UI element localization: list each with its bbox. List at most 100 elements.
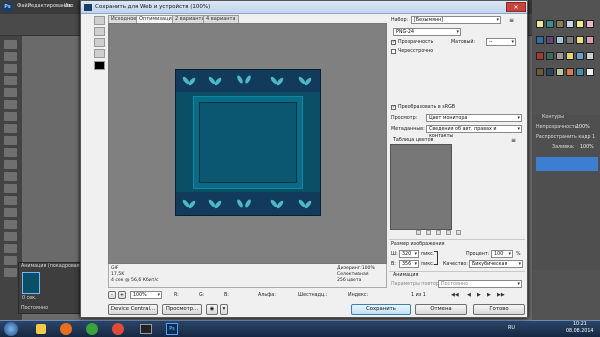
- lock-color-icon[interactable]: [436, 230, 441, 235]
- move-tool-icon[interactable]: [4, 40, 17, 49]
- swatch[interactable]: [576, 36, 584, 44]
- menu-image[interactable]: Изо: [64, 3, 73, 9]
- swatch[interactable]: [556, 36, 564, 44]
- new-color-icon[interactable]: [446, 230, 451, 235]
- color-table[interactable]: [390, 144, 452, 230]
- delete-color-icon[interactable]: [456, 230, 461, 235]
- paths-tab[interactable]: Контуры: [542, 115, 564, 120]
- frame-delay[interactable]: 0 сек.: [22, 296, 37, 301]
- eyedropper-color-icon[interactable]: [94, 61, 105, 70]
- image-preview[interactable]: [108, 23, 387, 264]
- swatch[interactable]: [556, 20, 564, 28]
- firefox-icon[interactable]: [60, 323, 72, 335]
- browser-icon[interactable]: ◉: [206, 304, 218, 315]
- web-shift-icon[interactable]: [426, 230, 431, 235]
- swatch[interactable]: [546, 20, 554, 28]
- done-button[interactable]: Готово: [473, 304, 525, 315]
- prev-frame-icon[interactable]: ◀: [467, 292, 471, 298]
- loop-options-select[interactable]: Постоянно: [438, 280, 522, 288]
- clock-date[interactable]: 08.08.2014: [566, 329, 593, 334]
- map-color-icon[interactable]: [416, 230, 421, 235]
- wand-tool-icon[interactable]: [4, 76, 17, 85]
- opera-icon[interactable]: [112, 323, 124, 335]
- language-indicator[interactable]: RU: [508, 326, 515, 331]
- swatch[interactable]: [566, 36, 574, 44]
- first-frame-icon[interactable]: ◀◀: [451, 292, 459, 298]
- swatch[interactable]: [586, 36, 594, 44]
- dodge-tool-icon[interactable]: [4, 196, 17, 205]
- tab-original[interactable]: Исходное: [108, 15, 140, 23]
- brush-tool-icon[interactable]: [4, 124, 17, 133]
- frame-propagate-label[interactable]: Распространить кадр 1: [536, 135, 595, 140]
- swatch[interactable]: [586, 20, 594, 28]
- eraser-tool-icon[interactable]: [4, 160, 17, 169]
- next-frame-icon[interactable]: ▶: [487, 292, 491, 298]
- srgb-checkbox[interactable]: ✓: [391, 105, 396, 110]
- photoshop-task-icon[interactable]: Ps: [166, 323, 178, 335]
- selected-layer-row[interactable]: [536, 157, 598, 171]
- zoom-in-button[interactable]: +: [118, 291, 126, 299]
- hand-tool-icon[interactable]: [94, 16, 105, 25]
- opacity-value[interactable]: 100%: [576, 125, 590, 130]
- preset-select[interactable]: [Безымянн]: [411, 16, 501, 24]
- explorer-icon[interactable]: [36, 324, 46, 334]
- fill-value[interactable]: 100%: [580, 145, 594, 150]
- swatch[interactable]: [566, 20, 574, 28]
- device-central-button[interactable]: Device Central...: [108, 304, 158, 315]
- quality-select[interactable]: Бикубическая: [469, 260, 523, 268]
- swatch[interactable]: [536, 20, 544, 28]
- swatch[interactable]: [536, 36, 544, 44]
- preset-menu-icon[interactable]: ≡: [509, 17, 514, 24]
- gradient-tool-icon[interactable]: [4, 172, 17, 181]
- slice-select-icon[interactable]: [94, 27, 105, 36]
- swatch[interactable]: [586, 68, 594, 76]
- stamp-tool-icon[interactable]: [4, 136, 17, 145]
- zoom-tool-icon[interactable]: [4, 268, 17, 277]
- swatch[interactable]: [546, 52, 554, 60]
- last-frame-icon[interactable]: ▶▶: [497, 292, 505, 298]
- utorrent-icon[interactable]: [86, 323, 98, 335]
- swatch[interactable]: [536, 52, 544, 60]
- terminal-icon[interactable]: [140, 324, 152, 334]
- tab-4-up[interactable]: 4 варианта: [203, 15, 239, 23]
- hand-tool-icon[interactable]: [4, 256, 17, 265]
- width-input[interactable]: 320: [399, 250, 419, 258]
- swatch[interactable]: [546, 36, 554, 44]
- marquee-tool-icon[interactable]: [4, 52, 17, 61]
- eyedropper-icon[interactable]: [94, 49, 105, 58]
- height-input[interactable]: 356: [399, 260, 419, 268]
- start-button-icon[interactable]: [4, 322, 18, 336]
- loop-select[interactable]: Постоянно: [21, 306, 48, 311]
- cancel-button[interactable]: Отмена: [415, 304, 467, 315]
- constrain-link-icon[interactable]: [434, 251, 438, 265]
- swatch[interactable]: [546, 68, 554, 76]
- zoom-out-button[interactable]: -: [108, 291, 116, 299]
- heal-tool-icon[interactable]: [4, 112, 17, 121]
- color-table-menu-icon[interactable]: ≡: [511, 137, 516, 144]
- lasso-tool-icon[interactable]: [4, 64, 17, 73]
- matte-select[interactable]: --: [486, 38, 516, 46]
- dialog-titlebar[interactable]: Сохранить для Web и устройств (100%) ✕: [81, 1, 527, 14]
- play-icon[interactable]: ▶: [477, 292, 481, 298]
- swatch[interactable]: [576, 20, 584, 28]
- zoom-select[interactable]: 100%: [130, 291, 162, 299]
- clock-time[interactable]: 10:21: [573, 322, 587, 327]
- animation-frame-thumb[interactable]: [22, 272, 40, 294]
- type-tool-icon[interactable]: [4, 220, 17, 229]
- pen-tool-icon[interactable]: [4, 208, 17, 217]
- eyedropper-tool-icon[interactable]: [4, 100, 17, 109]
- save-button[interactable]: Сохранить: [351, 304, 411, 315]
- swatch[interactable]: [536, 68, 544, 76]
- interlaced-checkbox[interactable]: [391, 49, 396, 54]
- swatch[interactable]: [566, 52, 574, 60]
- swatch[interactable]: [556, 68, 564, 76]
- preview-mode-select[interactable]: Цвет монитора: [426, 114, 522, 122]
- transparency-checkbox[interactable]: ✓: [391, 40, 396, 45]
- shape-tool-icon[interactable]: [4, 244, 17, 253]
- history-brush-icon[interactable]: [4, 148, 17, 157]
- preview-button[interactable]: Просмотр...: [162, 304, 202, 315]
- swatch[interactable]: [576, 68, 584, 76]
- percent-input[interactable]: 100: [491, 250, 513, 258]
- browser-dropdown-icon[interactable]: ▾: [220, 304, 228, 315]
- blur-tool-icon[interactable]: [4, 184, 17, 193]
